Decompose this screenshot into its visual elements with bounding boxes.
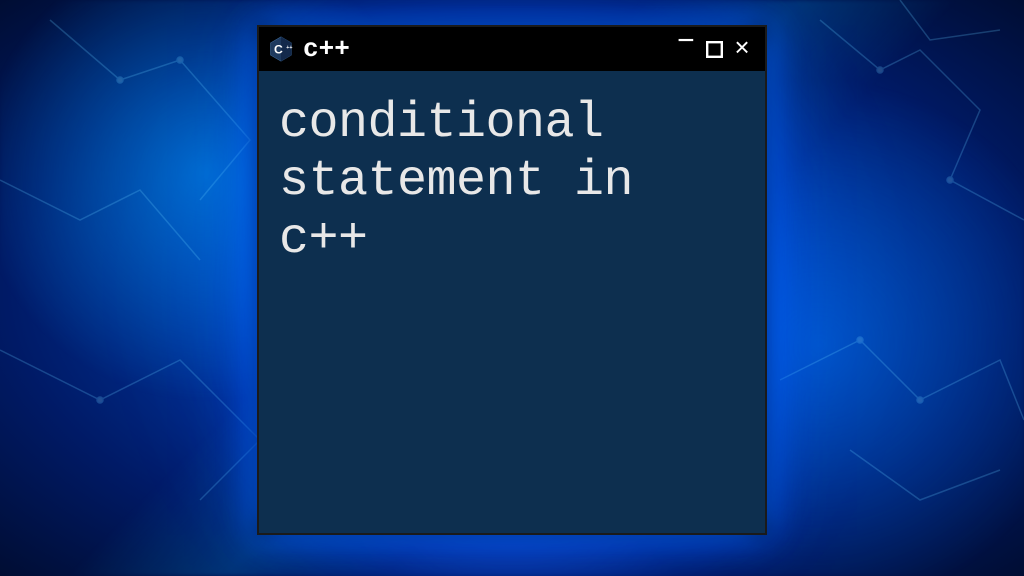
cpp-hexagon-icon: C ++ (267, 35, 295, 63)
close-button[interactable]: × (729, 36, 755, 62)
terminal-body: conditional statement in c++ (259, 71, 765, 533)
terminal-content: conditional statement in c++ (279, 95, 745, 269)
window-controls: − × (673, 36, 755, 62)
maximize-button[interactable] (701, 36, 727, 62)
terminal-window: C ++ c++ − × conditional statement in c+… (257, 25, 767, 535)
window-title: c++ (303, 34, 665, 64)
title-bar: C ++ c++ − × (259, 27, 765, 71)
svg-text:C: C (274, 42, 283, 56)
minimize-button[interactable]: − (673, 36, 699, 62)
svg-text:++: ++ (286, 45, 292, 51)
